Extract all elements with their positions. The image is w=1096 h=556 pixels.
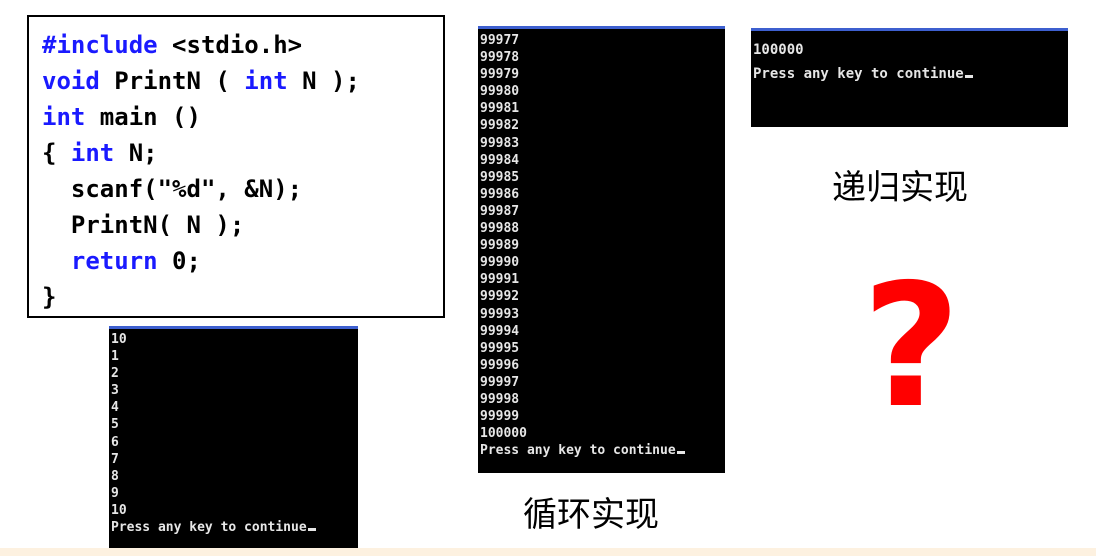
console-line: 99978 (480, 50, 520, 66)
code-text: N ); (287, 67, 360, 95)
console-line: 99999 (480, 409, 520, 425)
console-line: 99990 (480, 255, 520, 271)
code-text: PrintN ( (99, 67, 245, 95)
console-prompt-text: Press any key to continue (111, 520, 307, 536)
code-line-5: scanf("%d", &N); (42, 175, 303, 203)
console-line: 99987 (480, 203, 520, 219)
console-window-loop[interactable]: 99977 99978 99979 99980 99981 99982 99983 99984… (478, 26, 725, 473)
cursor-icon (964, 75, 973, 78)
code-line-2: void PrintN ( int N ); (42, 63, 443, 99)
code-text: <stdio.h> (157, 31, 303, 59)
console-line: 99986 (480, 186, 520, 202)
console-line: 99981 (480, 101, 520, 117)
console-line: 7 (111, 451, 119, 467)
caption-recursive: 递归实现 (832, 168, 968, 208)
console-line: 10 (111, 502, 127, 518)
console-window-recursive[interactable]: 100000 Press any key to continue (751, 28, 1068, 127)
console-line: 99989 (480, 238, 520, 254)
console-prompt: Press any key to continue (478, 442, 725, 459)
console-line: 10 (111, 332, 127, 347)
code-line-6: PrintN( N ); (42, 211, 245, 239)
console-line: 99994 (480, 323, 520, 339)
console-line: 99984 (480, 152, 520, 168)
console-line: 99988 (480, 221, 520, 237)
code-line-4: { int N; (42, 135, 443, 171)
console-title-edge (751, 28, 1068, 31)
console-line: 2 (111, 366, 119, 382)
console-line: 99996 (480, 357, 520, 373)
console-line: 99995 (480, 340, 520, 356)
console-title-edge (109, 326, 358, 329)
code-line-3: int main () (42, 99, 443, 135)
code-text: 0; (157, 247, 201, 275)
console-output: 100000 Press any key to continue (751, 38, 1068, 86)
code-keyword: void (42, 67, 100, 95)
cursor-icon (676, 451, 685, 455)
console-output: 10 1 2 3 4 5 6 7 8 9 10 Press any key to continue (109, 331, 358, 536)
console-line: 4 (111, 400, 119, 416)
code-line-7: return 0; (42, 243, 443, 279)
console-line: 6 (111, 434, 119, 450)
code-keyword: return (70, 247, 158, 275)
code-text: N; (114, 139, 158, 167)
console-line: 3 (111, 383, 119, 399)
question-mark-icon: ? (862, 248, 961, 446)
console-line: 99992 (480, 289, 520, 305)
console-line: 99983 (480, 135, 520, 151)
console-prompt-text: Press any key to continue (753, 66, 964, 82)
console-prompt-text: Press any key to continue (480, 443, 676, 459)
console-line: 99993 (480, 306, 520, 322)
code-text: main () (85, 103, 201, 131)
console-line: 99979 (480, 67, 520, 83)
console-line: 100000 (480, 426, 527, 442)
console-title-edge (478, 26, 725, 29)
console-output: 99977 99978 99979 99980 99981 99982 99983 99984… (478, 32, 725, 459)
code-box: #include <stdio.h> void PrintN ( int N )… (27, 15, 445, 318)
console-line: 99997 (480, 374, 520, 390)
console-line: 99980 (480, 84, 520, 100)
code-keyword: int (244, 67, 288, 95)
console-line: 1 (111, 349, 119, 365)
cursor-icon (307, 528, 316, 532)
console-line: 99977 (480, 33, 520, 48)
console-line: 5 (111, 417, 119, 433)
code-keyword: int (42, 103, 86, 131)
code-line-1: #include <stdio.h> (42, 27, 443, 63)
console-line: 99998 (480, 391, 520, 407)
slide-bottom-bar (0, 548, 1096, 556)
console-line: 100000 (753, 42, 804, 58)
console-prompt: Press any key to continue (109, 519, 358, 536)
caption-loop: 循环实现 (523, 495, 659, 535)
code-text: { (42, 139, 71, 167)
console-line: 99982 (480, 118, 520, 134)
console-line: 8 (111, 468, 119, 484)
console-line: 99985 (480, 169, 520, 185)
code-keyword: int (70, 139, 115, 167)
console-window-small[interactable]: 10 1 2 3 4 5 6 7 8 9 10 Press any key to continue (109, 326, 358, 548)
code-line-8: } (42, 283, 57, 311)
code-keyword: #include (42, 31, 158, 59)
console-prompt: Press any key to continue (751, 62, 1068, 86)
console-line: 99991 (480, 272, 520, 288)
console-line: 9 (111, 485, 119, 501)
